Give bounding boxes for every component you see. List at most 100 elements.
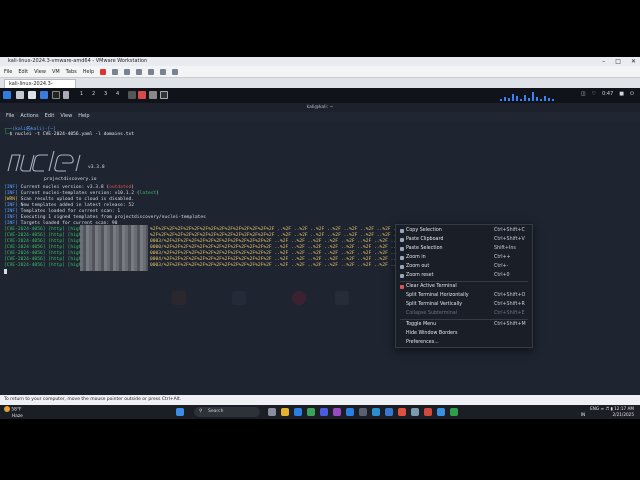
show-desktop-icon[interactable] — [16, 91, 24, 99]
app-blue-icon[interactable] — [372, 408, 380, 416]
bell-icon[interactable]: ♡ — [592, 91, 596, 97]
app-purple-icon[interactable] — [333, 408, 341, 416]
term-menu-view[interactable]: View — [60, 112, 72, 121]
copy-icon — [400, 228, 404, 233]
paste-icon — [400, 237, 404, 242]
vscode-icon[interactable] — [385, 408, 393, 416]
menu-copy-selection[interactable]: Copy Selection Ctrl+Shift+C — [396, 226, 532, 235]
file-manager-icon[interactable] — [28, 91, 36, 99]
terminal-task-icon[interactable] — [160, 91, 168, 99]
app-light-icon[interactable] — [411, 408, 419, 416]
pause-icon[interactable] — [100, 69, 107, 75]
app-gray-icon[interactable] — [359, 408, 367, 416]
term-menu-edit[interactable]: Edit — [45, 112, 55, 121]
battery-icon[interactable]: ▮ — [610, 406, 612, 411]
menu-help[interactable]: Help — [83, 66, 94, 77]
term-menu-help[interactable]: Help — [78, 112, 89, 121]
app-green-icon[interactable] — [450, 408, 458, 416]
menu-vm[interactable]: VM — [52, 66, 60, 77]
zoom-reset-icon — [400, 273, 404, 278]
menu-clear-terminal[interactable]: Clear Active Terminal — [396, 282, 532, 291]
paste-selection-icon — [400, 246, 404, 251]
manage-snapshots-icon[interactable] — [136, 69, 143, 75]
system-tray[interactable]: ENG ≈ ♬ ▮ 12:17 AM IN 2/21/2025 — [581, 406, 634, 418]
browser-icon[interactable] — [40, 91, 48, 99]
wifi-icon[interactable]: ≈ — [600, 406, 604, 411]
menu-edit[interactable]: Edit — [18, 66, 28, 77]
workspace-1[interactable]: 1 — [80, 91, 83, 97]
weather-widget[interactable]: 58°F Haze — [4, 406, 44, 419]
menu-hide-borders[interactable]: Hide Window Borders — [396, 329, 532, 338]
task-view-icon[interactable] — [268, 408, 276, 416]
menu-split-horizontal[interactable]: Split Terminal Horizontally Ctrl+Shift+O — [396, 291, 532, 300]
menu-tabs[interactable]: Tabs — [66, 66, 77, 77]
ghost-icon — [232, 291, 246, 305]
terminal-menu-bar: File Actions Edit View Help — [0, 112, 640, 121]
lock-icon[interactable]: ■ — [619, 91, 624, 97]
nuclei-version: v3.3.8 — [88, 165, 105, 170]
info-line-3: [WRN] Scan results upload to cloud is di… — [4, 197, 135, 202]
menu-zoom-reset[interactable]: Zoom reset Ctrl+0 — [396, 271, 532, 280]
revert-icon[interactable] — [124, 69, 131, 75]
volume-icon[interactable]: ♬ — [605, 406, 609, 411]
close-icon[interactable]: ✕ — [631, 57, 636, 66]
menu-toggle-menu[interactable]: Toggle Menu Ctrl+Shift+M — [396, 320, 532, 329]
nuclei-logo-icon — [7, 150, 81, 172]
kali-menu-icon[interactable] — [3, 91, 11, 99]
tray-lang: ENG — [590, 406, 600, 411]
terminal-icon[interactable] — [52, 91, 60, 99]
minimize-icon[interactable]: – — [602, 57, 605, 66]
term-menu-file[interactable]: File — [6, 112, 14, 121]
unity-icon[interactable] — [160, 69, 167, 75]
app-icon-gray[interactable] — [149, 91, 157, 99]
result-line: [CVE-2024-4056] [http] [high] — [4, 239, 87, 244]
xbox-icon[interactable] — [307, 408, 315, 416]
result-line: [CVE-2024-4056] [http] [high] — [4, 227, 87, 232]
info-line-2: [INF] Current nuclei-templates version: … — [4, 191, 159, 196]
workspace-3[interactable]: 3 — [104, 91, 107, 97]
fullscreen-icon[interactable] — [148, 69, 155, 75]
teams-icon[interactable] — [320, 408, 328, 416]
menu-file[interactable]: File — [4, 66, 12, 77]
menu-preferences[interactable]: Preferences... — [396, 338, 532, 347]
menu-zoom-out[interactable]: Zoom out Ctrl+- — [396, 262, 532, 271]
menu-paste-selection[interactable]: Paste Selection Shift+Ins — [396, 244, 532, 253]
clock[interactable]: 0:47 — [602, 91, 613, 97]
workspace-4[interactable]: 4 — [116, 91, 119, 97]
brave-icon[interactable] — [398, 408, 406, 416]
weather-icon — [4, 406, 10, 412]
result-line: [CVE-2024-4056] [http] [high] — [4, 233, 87, 238]
menu-zoom-in[interactable]: Zoom in Ctrl++ — [396, 253, 532, 262]
windows-start-icon[interactable] — [176, 408, 184, 416]
taskbar-search[interactable]: ⚲ Search — [194, 407, 260, 417]
app-icon-red[interactable] — [138, 91, 146, 99]
menu-view[interactable]: View — [34, 66, 46, 77]
power-icon[interactable]: ⏻ — [630, 91, 634, 97]
vmware-title-bar: kali-linux-2024.3-vmware-amd64 - VMware … — [0, 57, 640, 66]
edge-icon[interactable] — [294, 408, 302, 416]
term-menu-actions[interactable]: Actions — [20, 112, 38, 121]
tray-lang2: IN — [580, 412, 586, 417]
snapshot-icon[interactable] — [112, 69, 119, 75]
maximize-icon[interactable]: □ — [615, 57, 621, 66]
result-line: [CVE-2024-4056] [http] [high] — [4, 251, 87, 256]
ghost-icon — [335, 291, 349, 305]
dropdown-icon[interactable] — [63, 91, 69, 99]
terminal-title-bar: kali@kali: ~ — [0, 103, 640, 112]
search-placeholder: Search — [208, 409, 224, 414]
app-red-icon[interactable] — [424, 408, 432, 416]
file-explorer-icon[interactable] — [281, 408, 289, 416]
console-view-icon[interactable] — [172, 69, 179, 75]
vmware-icon[interactable] — [437, 408, 445, 416]
weather-desc: Haze — [12, 413, 23, 419]
search-icon: ⚲ — [199, 409, 203, 414]
workspace-2[interactable]: 2 — [92, 91, 95, 97]
vm-tab[interactable]: kali-linux-2024.3-vmware... — [4, 79, 76, 95]
menu-paste-clipboard[interactable]: Paste Clipboard Ctrl+Shift+V — [396, 235, 532, 244]
terminal-title: kali@kali: ~ — [306, 105, 334, 110]
terminal-body[interactable]: ┌──(kali㉿kali)-[~] └─$ nuclei -t CVE-202… — [0, 121, 640, 395]
store-icon[interactable] — [346, 408, 354, 416]
window-icon[interactable] — [128, 91, 136, 99]
menu-split-vertical[interactable]: Split Terminal Vertically Ctrl+Shift+R — [396, 300, 532, 309]
network-icon[interactable]: ◫ — [581, 91, 586, 97]
